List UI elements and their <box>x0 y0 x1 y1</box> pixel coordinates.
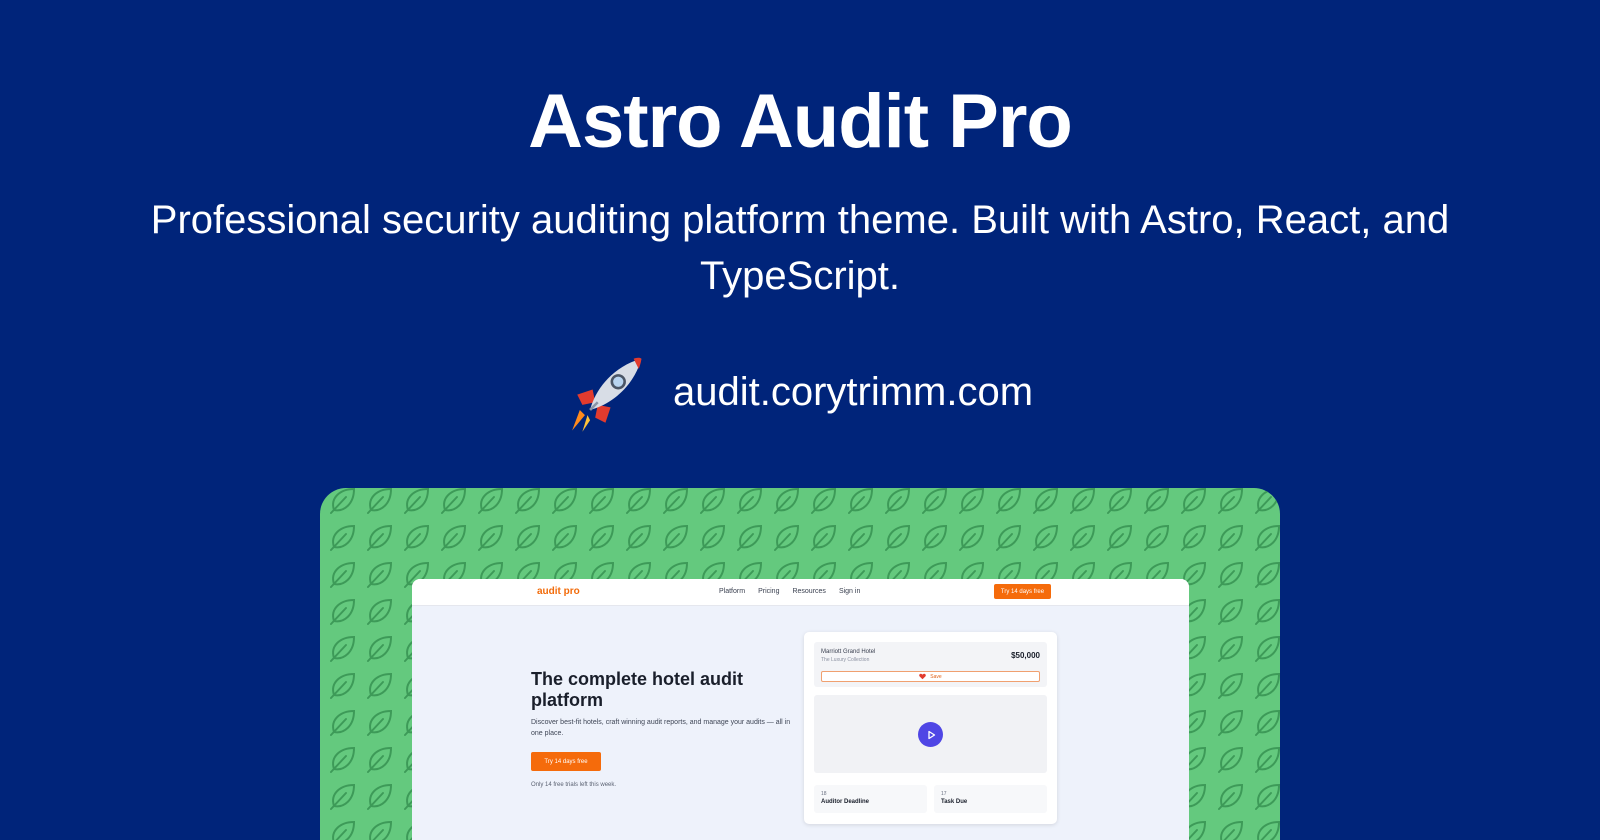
stat-number: 18 <box>821 791 827 797</box>
save-label: Save <box>930 673 942 680</box>
preview-nav-platform[interactable]: Platform <box>719 588 745 595</box>
preview-frame: audit pro Platform Pricing Resources Sig… <box>320 488 1280 840</box>
heart-icon <box>919 673 927 680</box>
hotel-card: Marriott Grand Hotel The Luxury Collecti… <box>804 632 1057 824</box>
preview-description: Discover best-fit hotels, craft winning … <box>531 719 791 737</box>
hotel-collection: The Luxury Collection <box>821 657 870 663</box>
app-preview-window: audit pro Platform Pricing Resources Sig… <box>412 579 1189 840</box>
stat-number: 17 <box>941 791 947 797</box>
rocket-icon <box>572 357 642 432</box>
hotel-name: Marriott Grand Hotel <box>821 649 876 655</box>
page-subtitle: Professional security auditing platform … <box>150 198 1450 298</box>
site-url-row: audit.corytrimm.com <box>0 352 1600 432</box>
page-title: Astro Audit Pro <box>528 79 1073 164</box>
preview-logo[interactable]: audit pro <box>537 586 580 597</box>
play-icon <box>927 730 935 739</box>
play-button[interactable] <box>918 722 943 747</box>
preview-nav-links: Platform Pricing Resources Sign in <box>719 588 860 595</box>
preview-trial-button[interactable]: Try 14 days free <box>531 752 601 771</box>
stat-auditor-deadline: 18 Auditor Deadline <box>814 785 927 813</box>
preview-nav-resources[interactable]: Resources <box>792 588 825 595</box>
save-button[interactable]: Save <box>821 671 1040 682</box>
preview-nav-trial-button[interactable]: Try 14 days free <box>994 584 1051 599</box>
stat-task-due: 17 Task Due <box>934 785 1047 813</box>
preview-navbar: audit pro Platform Pricing Resources Sig… <box>412 579 1189 606</box>
site-url[interactable]: audit.corytrimm.com <box>673 370 1033 415</box>
hotel-summary: Marriott Grand Hotel The Luxury Collecti… <box>814 642 1047 687</box>
stat-label: Auditor Deadline <box>821 799 870 805</box>
stat-label: Task Due <box>941 799 968 805</box>
hotel-price: $50,000 <box>1011 651 1040 660</box>
preview-trial-note: Only 14 free trials left this week. <box>531 782 617 788</box>
preview-nav-pricing[interactable]: Pricing <box>758 588 779 595</box>
preview-nav-sign-in[interactable]: Sign in <box>839 588 860 595</box>
video-placeholder <box>814 695 1047 773</box>
preview-headline: The complete hotel audit platform <box>531 669 744 710</box>
